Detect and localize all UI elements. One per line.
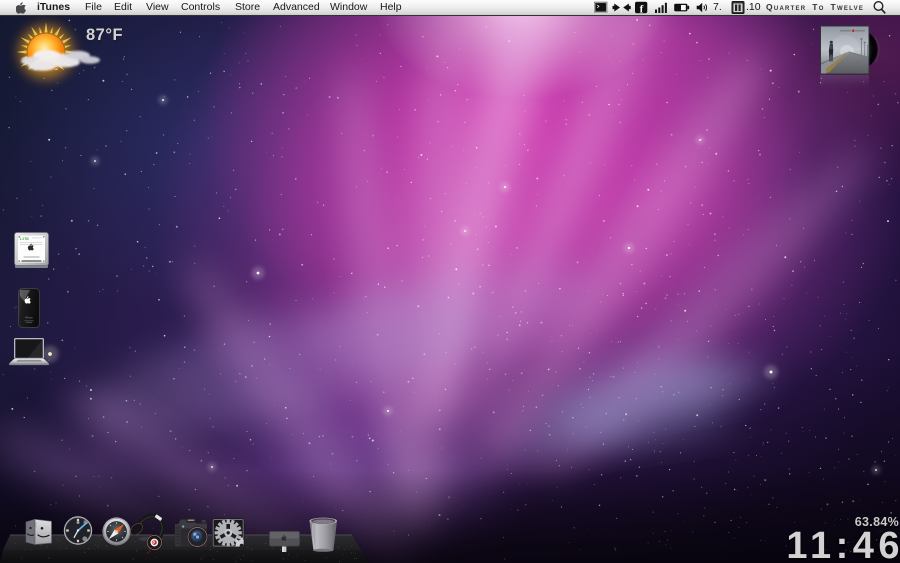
svg-text:1.2TB: 1.2TB [20,237,30,241]
svg-text:iPhone: iPhone [25,317,33,320]
svg-text:87°F: 87°F [86,26,123,44]
svg-text:f: f [640,3,644,15]
